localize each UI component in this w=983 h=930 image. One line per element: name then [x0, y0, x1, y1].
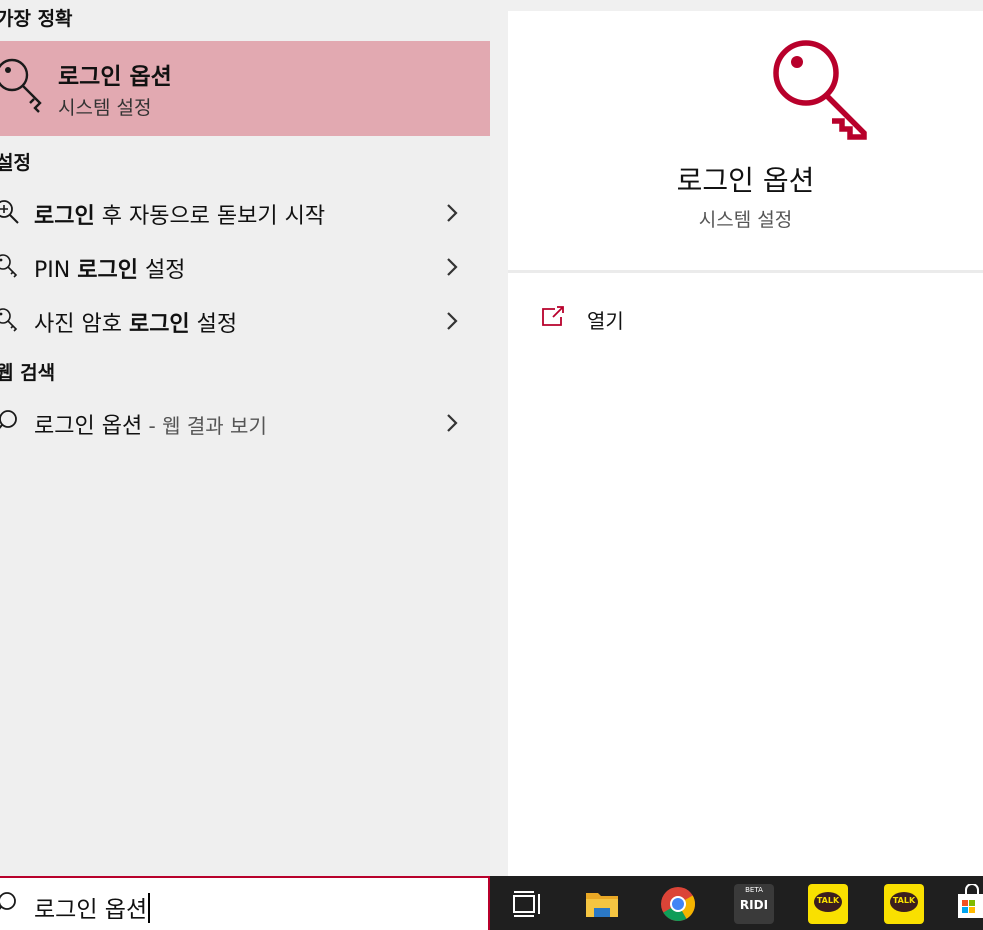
magnifier-icon — [0, 200, 19, 224]
ridi-label: RIDI — [739, 898, 769, 912]
talk-label: TALK — [892, 896, 916, 905]
ridi-badge: BETA — [745, 886, 763, 894]
file-explorer-icon[interactable] — [582, 884, 622, 924]
open-label: 열기 — [587, 309, 624, 333]
best-match-title: 로그인 옵션 — [58, 64, 172, 90]
web-result-label: 로그인 옵션 - 웹 결과 보기 — [34, 414, 267, 439]
search-icon — [0, 892, 16, 910]
talk-label: TALK — [816, 896, 840, 905]
settings-result-label: 사진 암호 로그인 설정 — [34, 312, 238, 337]
open-external-icon — [542, 306, 564, 326]
ridi-icon[interactable]: BETA RIDI — [734, 884, 774, 924]
kakaotalk-icon[interactable]: TALK — [884, 884, 924, 924]
settings-result-label: 로그인 후 자동으로 돋보기 시작 — [34, 204, 326, 229]
settings-result-label: PIN 로그인 설정 — [34, 258, 186, 283]
preview-panel: 로그인 옵션 시스템 설정 열기 — [508, 11, 983, 876]
section-best-match: 가장 정확 — [0, 8, 73, 30]
key-icon — [0, 308, 18, 332]
chevron-right-icon — [447, 258, 458, 276]
settings-result-pin[interactable]: PIN 로그인 설정 — [0, 240, 490, 294]
settings-result-picture-password[interactable]: 사진 암호 로그인 설정 — [0, 294, 490, 348]
chevron-right-icon — [447, 312, 458, 330]
preview-title: 로그인 옵션 — [676, 164, 815, 197]
settings-result-magnifier[interactable]: 로그인 후 자동으로 돋보기 시작 — [0, 186, 490, 240]
task-view-icon[interactable] — [508, 884, 548, 924]
chevron-right-icon — [447, 414, 458, 432]
chrome-icon[interactable] — [658, 884, 698, 924]
text-caret — [148, 893, 151, 923]
preview-header: 로그인 옵션 시스템 설정 — [508, 11, 983, 273]
key-icon — [0, 58, 42, 113]
key-icon — [773, 40, 867, 140]
store-icon[interactable] — [956, 884, 983, 924]
kakaotalk-icon[interactable]: TALK — [808, 884, 848, 924]
taskbar: BETA RIDI TALK TALK — [490, 876, 983, 930]
section-settings: 설정 — [0, 152, 31, 174]
search-box[interactable]: 로그인 옵션 — [0, 876, 490, 930]
best-match-result[interactable]: 로그인 옵션 시스템 설정 — [0, 41, 490, 136]
search-icon — [0, 410, 17, 429]
preview-subtitle: 시스템 설정 — [698, 209, 793, 231]
key-icon — [0, 254, 18, 278]
open-button[interactable]: 열기 — [541, 301, 681, 341]
section-web-search: 웹 검색 — [0, 362, 56, 384]
search-results-panel: 가장 정확 로그인 옵션 시스템 설정 설정 로그인 후 자동으로 돋보기 시작… — [0, 0, 490, 876]
web-search-result[interactable]: 로그인 옵션 - 웹 결과 보기 — [0, 396, 490, 450]
chevron-right-icon — [447, 204, 458, 222]
best-match-subtitle: 시스템 설정 — [58, 97, 152, 119]
search-input[interactable]: 로그인 옵션 — [34, 890, 151, 924]
